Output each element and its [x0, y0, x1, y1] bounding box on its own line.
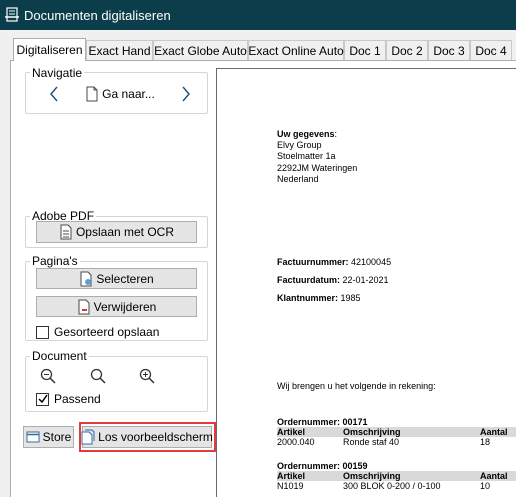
delete-label: Verwijderen	[93, 299, 157, 314]
details-line: Elvy Group	[277, 140, 322, 150]
column-header: Artikel	[277, 427, 306, 437]
goto-button[interactable]: Ga naar...	[77, 82, 163, 106]
paginas-group-label: Pagina's	[30, 254, 80, 268]
intro-text: Wij brengen u het volgende in rekening:	[277, 381, 436, 391]
navigatie-group-label: Navigatie	[30, 66, 85, 80]
tab-digitaliseren[interactable]: Digitaliseren	[13, 38, 86, 61]
table-cell: N1019	[277, 481, 304, 491]
chevron-right-icon	[182, 86, 190, 102]
pdf-document-icon	[60, 224, 72, 240]
next-button[interactable]	[170, 82, 202, 106]
tab-exact-globe-auto[interactable]: Exact Globe Auto	[153, 40, 248, 60]
table-cell: 300 BLOK 0-200 / 0-100	[343, 481, 441, 491]
delete-button[interactable]: Verwijderen	[36, 296, 197, 317]
delete-page-icon	[78, 299, 90, 314]
tab-exact-hand[interactable]: Exact Hand	[86, 40, 153, 60]
table-cell: 10	[480, 481, 491, 491]
table-cell: 2000.040	[277, 437, 315, 447]
table-row: 2000.040 Ronde staf 40 18	[277, 437, 516, 447]
tab-exact-online-auto[interactable]: Exact Online Auto	[248, 40, 344, 60]
table-cell: 18	[480, 437, 491, 447]
document-group-label: Document	[30, 349, 89, 363]
save-with-ocr-button[interactable]: Opslaan met OCR	[36, 221, 197, 243]
invoice-page: Uw gegevens: Elvy Group Stoelmatter 1a 2…	[217, 69, 516, 497]
select-label: Selecteren	[96, 271, 154, 286]
tab-doc-2[interactable]: Doc 2	[386, 40, 428, 60]
table-cell: Ronde staf 40	[343, 437, 400, 447]
zoom-in-button[interactable]	[134, 365, 160, 387]
zoom-out-button[interactable]	[36, 365, 60, 387]
table-header-row: Artikel Omschrijving Aantal	[277, 427, 516, 437]
zoom-out-icon	[40, 368, 56, 384]
tab-doc-4[interactable]: Doc 4	[470, 40, 512, 60]
tab-doc-3[interactable]: Doc 3	[428, 40, 470, 60]
details-heading: Uw gegevens:	[277, 129, 338, 139]
order-heading: Ordernummer: 00159	[277, 461, 368, 471]
column-header: Omschrijving	[343, 427, 401, 437]
column-header: Omschrijving	[343, 471, 401, 481]
column-header: Aantal	[480, 427, 508, 437]
invoice-number: Factuurnummer: 42100045	[277, 257, 392, 267]
fit-checkbox-box[interactable]	[36, 392, 49, 406]
client-number: Klantnummer: 1985	[277, 293, 361, 303]
window-icon	[26, 431, 40, 443]
tab-strip: Digitaliseren Exact Hand Exact Globe Aut…	[0, 38, 516, 61]
previous-button[interactable]	[37, 82, 71, 106]
tab-doc-1[interactable]: Doc 1	[344, 40, 386, 60]
invoice-date: Factuurdatum: 22-01-2021	[277, 275, 389, 285]
details-line: Nederland	[277, 174, 319, 184]
document-preview[interactable]: Uw gegevens: Elvy Group Stoelmatter 1a 2…	[216, 68, 516, 497]
table-header-row: Artikel Omschrijving Aantal	[277, 471, 516, 481]
save-with-ocr-label: Opslaan met OCR	[75, 225, 175, 239]
title-bar: Documenten digitaliseren	[0, 0, 516, 30]
sorted-save-label: Gesorteerd opslaan	[54, 325, 160, 339]
order-heading: Ordernummer: 00171	[277, 417, 368, 427]
zoom-icon	[90, 368, 106, 384]
details-line: 2292JM Wateringen	[277, 163, 358, 173]
sorted-save-checkbox[interactable]: Gesorteerd opslaan	[36, 325, 159, 339]
fit-checkbox[interactable]: Passend	[36, 392, 101, 406]
checkmark-icon	[37, 394, 48, 404]
store-button[interactable]: Store	[23, 426, 74, 448]
highlight-box	[79, 422, 216, 452]
zoom-fit-button[interactable]	[68, 365, 128, 387]
goto-label: Ga naar...	[102, 87, 155, 101]
zoom-in-icon	[139, 368, 155, 384]
document-icon	[86, 86, 98, 102]
column-header: Artikel	[277, 471, 306, 481]
select-button[interactable]: Selecteren	[36, 268, 197, 289]
fit-label: Passend	[54, 392, 101, 406]
table-row: N1019 300 BLOK 0-200 / 0-100 10	[277, 481, 516, 491]
sorted-save-checkbox-box[interactable]	[36, 325, 49, 339]
column-header: Aantal	[480, 471, 508, 481]
chevron-left-icon	[50, 86, 58, 102]
select-page-icon	[80, 271, 92, 286]
details-line: Stoelmatter 1a	[277, 151, 336, 161]
window-title: Documenten digitaliseren	[24, 7, 171, 23]
scan-document-icon	[5, 7, 19, 22]
store-label: Store	[42, 430, 72, 444]
